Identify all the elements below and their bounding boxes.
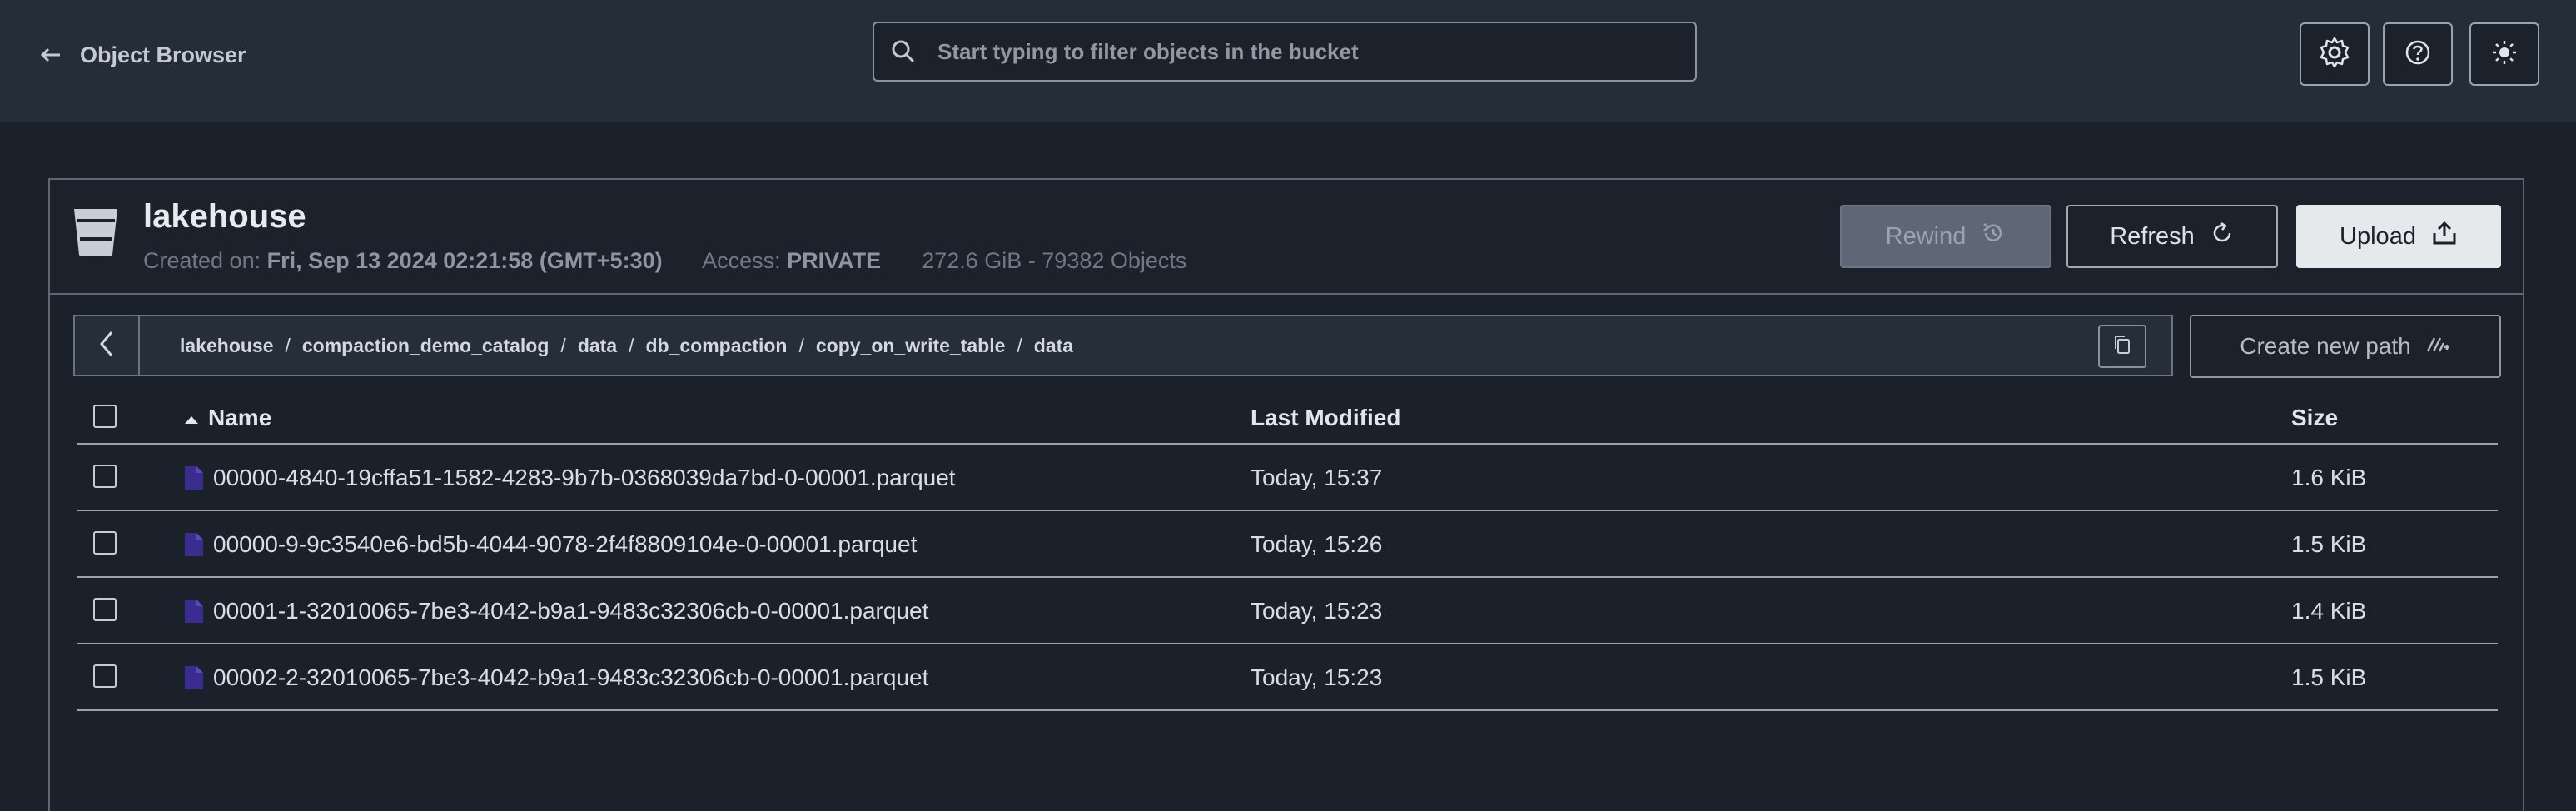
refresh-button[interactable]: Refresh — [2066, 205, 2278, 268]
bucket-panel: lakehouse Created on: Fri, Sep 13 2024 0… — [48, 178, 2524, 811]
table-row[interactable]: 00001-1-32010065-7be3-4042-b9a1-9483c323… — [77, 578, 2498, 644]
history-icon — [1981, 221, 2006, 252]
bucket-header: lakehouse Created on: Fri, Sep 13 2024 0… — [50, 180, 2523, 295]
breadcrumb-item[interactable]: data — [1034, 335, 1073, 357]
column-header-size[interactable]: Size — [2291, 405, 2338, 431]
row-checkbox[interactable] — [93, 598, 117, 621]
upload-button[interactable]: Upload — [2296, 205, 2501, 268]
back-to-object-browser[interactable]: Object Browser — [40, 38, 246, 72]
file-icon — [183, 598, 205, 624]
create-new-path-button[interactable]: Create new path — [2190, 315, 2501, 378]
last-modified-cell: Today, 15:37 — [1251, 465, 1383, 490]
chevron-left-icon — [97, 330, 116, 362]
table-header: Name Last Modified Size — [77, 390, 2498, 445]
top-bar: Object Browser — [0, 0, 2576, 122]
upload-label: Upload — [2340, 222, 2416, 250]
size-cell: 1.5 KiB — [2291, 531, 2367, 557]
column-header-name[interactable]: Name — [183, 405, 271, 431]
sun-icon — [2490, 38, 2519, 71]
refresh-icon — [2210, 221, 2235, 252]
sort-ascending-icon — [183, 405, 200, 431]
row-checkbox[interactable] — [93, 664, 117, 688]
objects-table: Name Last Modified Size 00000-4840-19cff… — [77, 390, 2498, 711]
breadcrumb-back-button[interactable] — [75, 316, 140, 375]
size-cell: 1.4 KiB — [2291, 598, 2367, 624]
breadcrumb-separator: / — [285, 334, 291, 356]
file-name: 00000-4840-19cffa51-1582-4283-9b7b-03680… — [213, 465, 956, 490]
bucket-usage: 272.6 GiB - 79382 Objects — [922, 248, 1187, 273]
copy-icon — [2111, 333, 2133, 361]
file-name-cell[interactable]: 00000-4840-19cffa51-1582-4283-9b7b-03680… — [183, 465, 956, 491]
search-input[interactable] — [936, 37, 1695, 66]
search-box[interactable] — [873, 22, 1697, 82]
file-name: 00002-2-32010065-7be3-4042-b9a1-9483c323… — [213, 664, 929, 690]
bucket-meta: Created on: Fri, Sep 13 2024 02:21:58 (G… — [143, 248, 1186, 274]
settings-button[interactable] — [2300, 22, 2370, 86]
file-name-cell[interactable]: 00001-1-32010065-7be3-4042-b9a1-9483c323… — [183, 598, 928, 624]
rewind-button[interactable]: Rewind — [1840, 205, 2051, 268]
last-modified-cell: Today, 15:23 — [1251, 664, 1383, 690]
table-row[interactable]: 00000-9-9c3540e6-bd5b-4044-9078-2f4f8809… — [77, 511, 2498, 578]
breadcrumb-separator: / — [560, 334, 566, 356]
file-icon — [183, 664, 205, 691]
bucket-name: lakehouse — [143, 198, 306, 235]
breadcrumb-separator: / — [629, 334, 634, 356]
select-all-checkbox[interactable] — [93, 405, 117, 428]
upload-icon — [2431, 220, 2458, 253]
breadcrumb-item[interactable]: copy_on_write_table — [816, 335, 1006, 357]
breadcrumb-item[interactable]: db_compaction — [646, 335, 788, 357]
breadcrumb-item[interactable]: data — [578, 335, 617, 357]
column-header-last-modified[interactable]: Last Modified — [1251, 405, 1400, 431]
last-modified-cell: Today, 15:23 — [1251, 598, 1383, 624]
breadcrumb-item[interactable]: compaction_demo_catalog — [302, 335, 550, 357]
size-cell: 1.6 KiB — [2291, 465, 2367, 490]
breadcrumb-separator: / — [1017, 334, 1022, 356]
size-cell: 1.5 KiB — [2291, 664, 2367, 690]
access-label: Access: — [702, 248, 781, 273]
column-name-label: Name — [208, 405, 272, 430]
created-value: Fri, Sep 13 2024 02:21:58 (GMT+5:30) — [266, 248, 663, 273]
file-icon — [183, 465, 205, 491]
copy-path-button[interactable] — [2098, 325, 2146, 368]
file-name: 00001-1-32010065-7be3-4042-b9a1-9483c323… — [213, 598, 929, 624]
file-name: 00000-9-9c3540e6-bd5b-4044-9078-2f4f8809… — [213, 531, 918, 557]
theme-toggle-button[interactable] — [2469, 22, 2539, 86]
bucket-icon — [72, 206, 120, 258]
new-path-icon — [2424, 333, 2451, 360]
breadcrumb-item[interactable]: lakehouse — [180, 335, 274, 357]
created-label: Created on: — [143, 248, 261, 273]
help-button[interactable] — [2383, 22, 2453, 86]
table-row[interactable]: 00002-2-32010065-7be3-4042-b9a1-9483c323… — [77, 644, 2498, 711]
arrow-left-icon — [40, 47, 62, 63]
back-label: Object Browser — [80, 42, 246, 67]
breadcrumb-separator: / — [798, 334, 804, 356]
file-name-cell[interactable]: 00002-2-32010065-7be3-4042-b9a1-9483c323… — [183, 664, 928, 691]
file-icon — [183, 531, 205, 558]
rewind-label: Rewind — [1885, 222, 1967, 250]
refresh-label: Refresh — [2110, 222, 2195, 250]
create-path-label: Create new path — [2240, 333, 2411, 359]
breadcrumb: lakehouse / compaction_demo_catalog / da… — [180, 335, 1073, 357]
access-value: PRIVATE — [787, 248, 882, 273]
row-checkbox[interactable] — [93, 465, 117, 488]
breadcrumb-bar: lakehouse / compaction_demo_catalog / da… — [73, 315, 2173, 376]
table-row[interactable]: 00000-4840-19cffa51-1582-4283-9b7b-03680… — [77, 445, 2498, 511]
search-icon — [891, 38, 918, 65]
help-icon — [2404, 38, 2432, 71]
gear-icon — [2318, 36, 2351, 73]
file-name-cell[interactable]: 00000-9-9c3540e6-bd5b-4044-9078-2f4f8809… — [183, 531, 917, 558]
row-checkbox[interactable] — [93, 531, 117, 555]
last-modified-cell: Today, 15:26 — [1251, 531, 1383, 557]
